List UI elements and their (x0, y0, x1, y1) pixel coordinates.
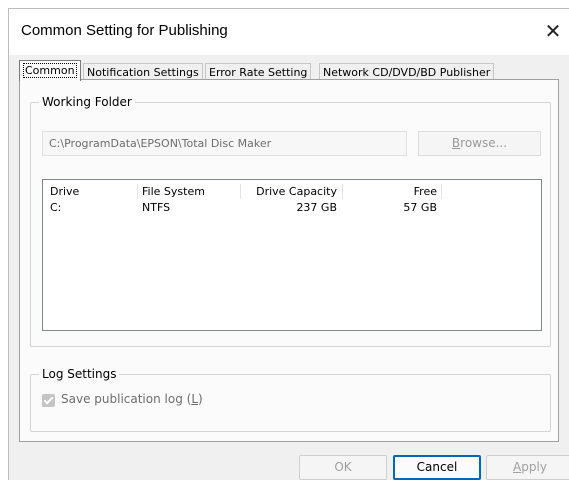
cell-drive-capacity: 237 GB (296, 201, 337, 214)
close-icon[interactable]: ✕ (542, 20, 564, 42)
tab-network-publisher-label: Network CD/DVD/BD Publisher (323, 66, 491, 79)
cancel-button[interactable]: Cancel (393, 455, 481, 480)
title-bar: Common Setting for Publishing ✕ (9, 9, 569, 55)
column-free[interactable]: Free (343, 184, 437, 200)
save-publication-log-checkbox: Save publication log (L) (61, 392, 203, 406)
column-separator (342, 184, 343, 199)
log-settings-group-title: Log Settings (39, 367, 120, 381)
dialog-window: Common Setting for Publishing ✕ Common N… (8, 8, 569, 480)
apply-button: Apply (486, 455, 569, 480)
browse-accel: B (451, 136, 461, 150)
tab-error-rate-setting-label: Error Rate Setting (209, 66, 308, 79)
save-log-accel: L (191, 392, 199, 406)
save-log-label-pre: Save publication log ( (61, 392, 192, 406)
column-file-system[interactable]: File System (142, 184, 205, 200)
tab-notification-settings[interactable]: Notification Settings (83, 63, 203, 80)
drive-list[interactable]: Drive File System Drive Capacity Free C:… (42, 179, 542, 331)
cell-drive: C: (50, 201, 62, 214)
tab-common-label: Common (23, 63, 77, 78)
save-log-label-post: ) (198, 392, 203, 406)
ok-button: OK (299, 455, 387, 480)
apply-label: pply (521, 460, 547, 474)
cell-free: 57 GB (403, 201, 437, 214)
tab-notification-settings-label: Notification Settings (87, 66, 199, 79)
column-drive-capacity[interactable]: Drive Capacity (243, 184, 337, 200)
dialog-title: Common Setting for Publishing (21, 22, 228, 39)
tab-error-rate-setting[interactable]: Error Rate Setting (205, 63, 312, 80)
column-drive[interactable]: Drive (50, 184, 79, 200)
browse-button: Browse... (418, 131, 541, 156)
working-folder-group-title: Working Folder (39, 95, 135, 109)
column-separator (441, 184, 442, 199)
tab-network-publisher[interactable]: Network CD/DVD/BD Publisher (319, 63, 495, 80)
cell-file-system: NTFS (142, 201, 171, 214)
column-separator (240, 184, 241, 199)
checkmark-icon (42, 394, 55, 407)
column-separator (137, 184, 138, 199)
working-folder-path-field: C:\ProgramData\EPSON\Total Disc Maker (42, 131, 407, 156)
tab-common[interactable]: Common (19, 60, 81, 81)
browse-label: rowse... (460, 136, 508, 150)
tab-page-common: Working Folder C:\ProgramData\EPSON\Tota… (19, 79, 559, 442)
